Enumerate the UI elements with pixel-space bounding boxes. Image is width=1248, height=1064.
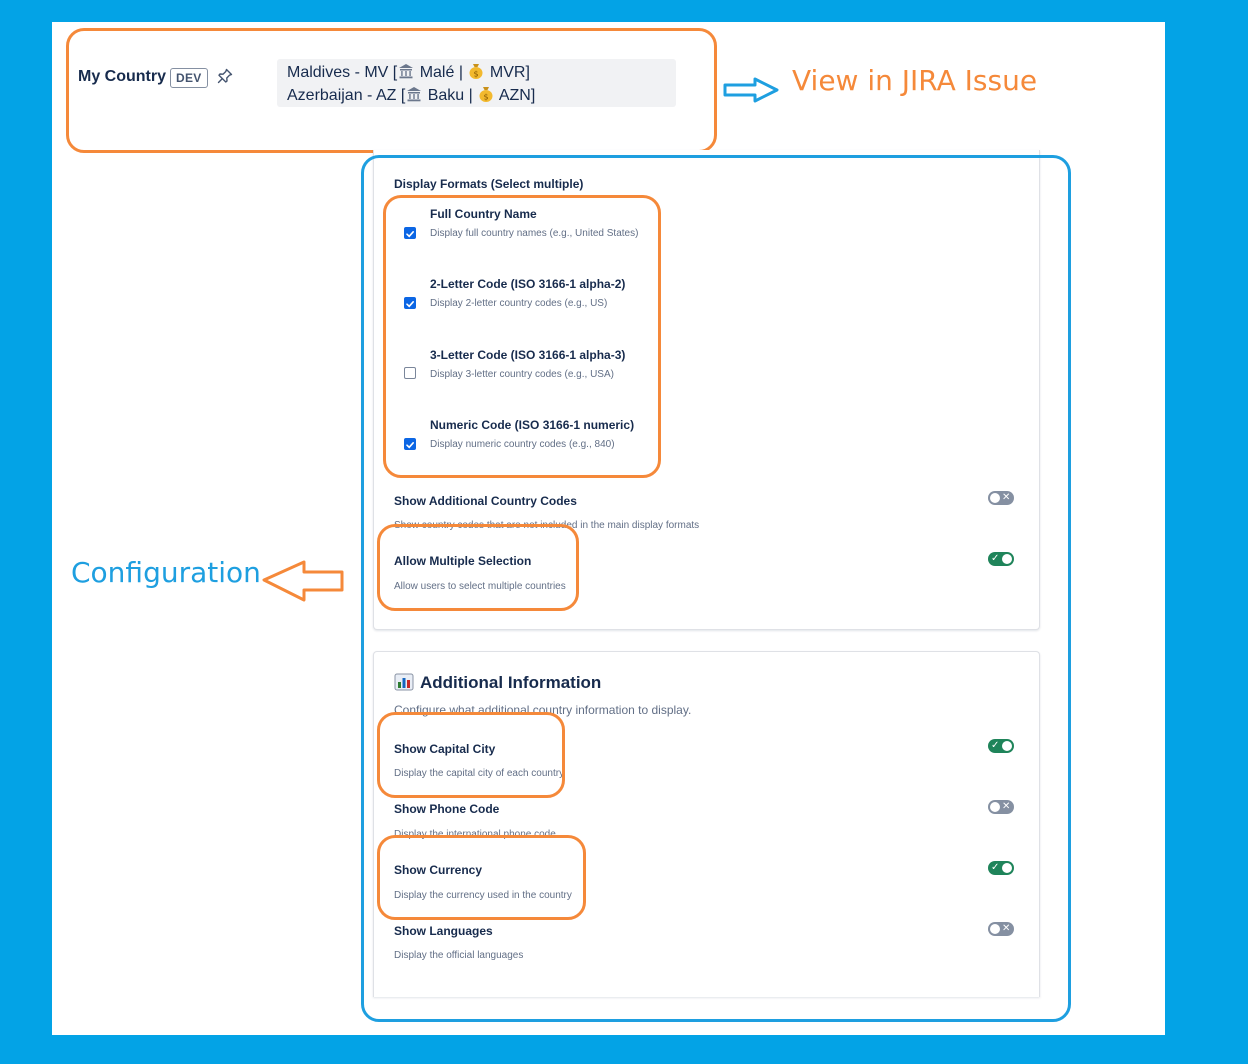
config-annotation-label: Configuration	[71, 556, 261, 589]
display-formats-highlight	[383, 195, 661, 478]
currency-highlight	[377, 835, 586, 920]
jira-view-highlight	[66, 28, 717, 153]
arrow-right-icon	[723, 77, 779, 103]
multiple-selection-highlight	[377, 524, 579, 611]
capital-city-highlight	[377, 712, 565, 798]
view-annotation-label: View in JIRA Issue	[792, 64, 1038, 97]
arrow-left-icon	[262, 560, 344, 602]
